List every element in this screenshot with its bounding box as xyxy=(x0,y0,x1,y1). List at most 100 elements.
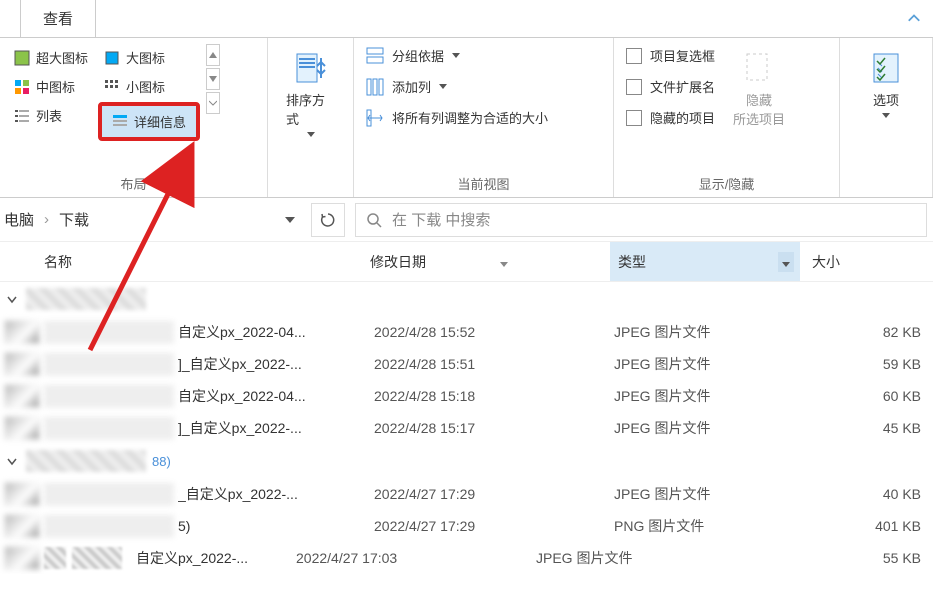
group-count: 88) xyxy=(152,454,171,469)
column-header-date[interactable]: 修改日期 xyxy=(370,252,610,272)
file-type: JPEG 图片文件 xyxy=(536,548,734,568)
refresh-icon xyxy=(319,211,337,229)
hidden-items-label: 隐藏的项目 xyxy=(650,108,715,127)
search-input[interactable]: 在 下载 中搜索 xyxy=(355,203,927,237)
file-row[interactable]: _自定义px_2022-... 2022/4/27 17:29 JPEG 图片文… xyxy=(0,478,933,510)
hide-selected-button: 隐藏 所选项目 xyxy=(723,44,795,134)
file-name: 自定义px_2022-04... xyxy=(178,322,374,342)
file-row[interactable]: ]_自定义px_2022-... 2022/4/28 15:51 JPEG 图片… xyxy=(0,348,933,380)
layout-medium-label: 中图标 xyxy=(36,77,75,96)
list-icon xyxy=(14,108,30,124)
file-name: 5) xyxy=(178,518,374,534)
layout-details[interactable]: 详细信息 xyxy=(106,108,192,135)
ribbon-group-show-hide-label: 显示/隐藏 xyxy=(622,170,831,195)
file-date: 2022/4/27 17:29 xyxy=(374,486,614,502)
layout-list[interactable]: 列表 xyxy=(8,102,94,129)
chevron-down-icon xyxy=(778,252,794,272)
group-header[interactable] xyxy=(0,282,933,316)
large-icons-icon xyxy=(104,50,120,66)
item-checkboxes-toggle[interactable]: 项目复选框 xyxy=(622,44,719,67)
options-button[interactable]: 选项 xyxy=(858,44,914,124)
ribbon-group-show-hide: 项目复选框 文件扩展名 隐藏的项目 隐藏 所选项目 显示/隐藏 xyxy=(614,38,840,197)
file-extensions-toggle[interactable]: 文件扩展名 xyxy=(622,75,719,98)
file-date: 2022/4/27 17:29 xyxy=(374,518,614,534)
ribbon-tab-bar: 查看 xyxy=(0,0,933,38)
layout-scroll-up[interactable] xyxy=(206,44,220,66)
group-by-button[interactable]: 分组依据 xyxy=(362,44,605,67)
file-name: _自定义px_2022-... xyxy=(178,484,374,504)
file-row[interactable]: 自定义px_2022-04... 2022/4/28 15:18 JPEG 图片… xyxy=(0,380,933,412)
breadcrumb-pc[interactable]: 电脑 xyxy=(4,209,34,230)
options-icon xyxy=(868,50,904,86)
file-row[interactable]: 5) 2022/4/27 17:29 PNG 图片文件 401 KB xyxy=(0,510,933,542)
chevron-down-icon xyxy=(500,254,508,270)
small-icons-icon xyxy=(104,79,120,95)
file-thumbnail-icon xyxy=(4,546,40,570)
file-type: JPEG 图片文件 xyxy=(614,484,812,504)
hidden-items-toggle[interactable]: 隐藏的项目 xyxy=(622,106,719,129)
ribbon-group-current-view-label: 当前视图 xyxy=(362,170,605,195)
redacted-group-name xyxy=(26,450,146,472)
redacted-text xyxy=(44,547,66,569)
file-row[interactable]: 自定义px_2022-04... 2022/4/28 15:52 JPEG 图片… xyxy=(0,316,933,348)
autosize-columns-button[interactable]: 将所有列调整为合适的大小 xyxy=(362,106,605,129)
ribbon-group-options: 选项 xyxy=(840,38,933,197)
checkbox-icon xyxy=(626,48,642,64)
chevron-down-icon xyxy=(307,132,315,137)
file-type: JPEG 图片文件 xyxy=(614,322,812,342)
add-columns-icon xyxy=(366,78,384,96)
file-size: 45 KB xyxy=(812,420,933,436)
sort-by-button[interactable]: 排序方式 xyxy=(276,44,345,143)
redacted-filename-prefix xyxy=(44,515,174,537)
file-type: PNG 图片文件 xyxy=(614,516,812,536)
search-icon xyxy=(366,212,382,228)
group-by-label: 分组依据 xyxy=(392,46,444,65)
file-thumbnail-icon xyxy=(4,352,40,376)
layout-xlarge-label: 超大图标 xyxy=(36,48,88,67)
breadcrumb[interactable]: 电脑 › 下载 xyxy=(0,209,89,230)
file-name: 自定义px_2022-04... xyxy=(178,386,374,406)
file-size: 59 KB xyxy=(812,356,933,372)
ribbon-group-sort: 排序方式 xyxy=(268,38,354,197)
autosize-columns-label: 将所有列调整为合适的大小 xyxy=(392,108,548,127)
options-label: 选项 xyxy=(873,90,899,109)
tab-view[interactable]: 查看 xyxy=(20,0,96,37)
column-header-type[interactable]: 类型 xyxy=(610,242,800,281)
layout-small-icons[interactable]: 小图标 xyxy=(98,73,200,100)
file-list: 自定义px_2022-04... 2022/4/28 15:52 JPEG 图片… xyxy=(0,282,933,574)
ribbon-group-layout-label: 布局 xyxy=(8,170,259,195)
breadcrumb-downloads[interactable]: 下载 xyxy=(59,209,89,230)
add-columns-label: 添加列 xyxy=(392,77,431,96)
layout-scroll-down[interactable] xyxy=(206,68,220,90)
file-extensions-label: 文件扩展名 xyxy=(650,77,715,96)
file-row[interactable]: ]_自定义px_2022-... 2022/4/28 15:17 JPEG 图片… xyxy=(0,412,933,444)
file-date: 2022/4/28 15:52 xyxy=(374,324,614,340)
column-header-name[interactable]: 名称 xyxy=(0,252,370,272)
chevron-down-icon xyxy=(4,294,20,304)
ribbon-group-sort-label xyxy=(276,174,345,195)
breadcrumb-separator-icon: › xyxy=(44,211,49,228)
layout-medium-icons[interactable]: 中图标 xyxy=(8,73,94,100)
chevron-down-icon xyxy=(439,84,447,89)
column-headers: 名称 修改日期 类型 大小 xyxy=(0,242,933,282)
group-by-icon xyxy=(366,47,384,65)
add-columns-button[interactable]: 添加列 xyxy=(362,75,605,98)
address-dropdown[interactable] xyxy=(279,209,301,231)
collapse-ribbon-button[interactable] xyxy=(907,12,921,26)
file-type: JPEG 图片文件 xyxy=(614,354,812,374)
file-row[interactable]: 自定义px_2022-... 2022/4/27 17:03 JPEG 图片文件… xyxy=(0,542,933,574)
refresh-button[interactable] xyxy=(311,203,345,237)
redacted-filename-prefix xyxy=(44,417,174,439)
layout-details-label: 详细信息 xyxy=(134,112,186,131)
file-size: 82 KB xyxy=(812,324,933,340)
layout-xlarge-icons[interactable]: 超大图标 xyxy=(8,44,94,71)
redacted-group-name xyxy=(26,288,146,310)
column-header-size[interactable]: 大小 xyxy=(800,252,933,272)
group-header[interactable]: 88) xyxy=(0,444,933,478)
ribbon: 超大图标 中图标 列表 大图标 小图标 xyxy=(0,38,933,198)
medium-icons-icon xyxy=(14,79,30,95)
checkbox-icon xyxy=(626,110,642,126)
layout-gallery-expand[interactable] xyxy=(206,92,220,114)
layout-large-icons[interactable]: 大图标 xyxy=(98,44,200,71)
checkbox-icon xyxy=(626,79,642,95)
